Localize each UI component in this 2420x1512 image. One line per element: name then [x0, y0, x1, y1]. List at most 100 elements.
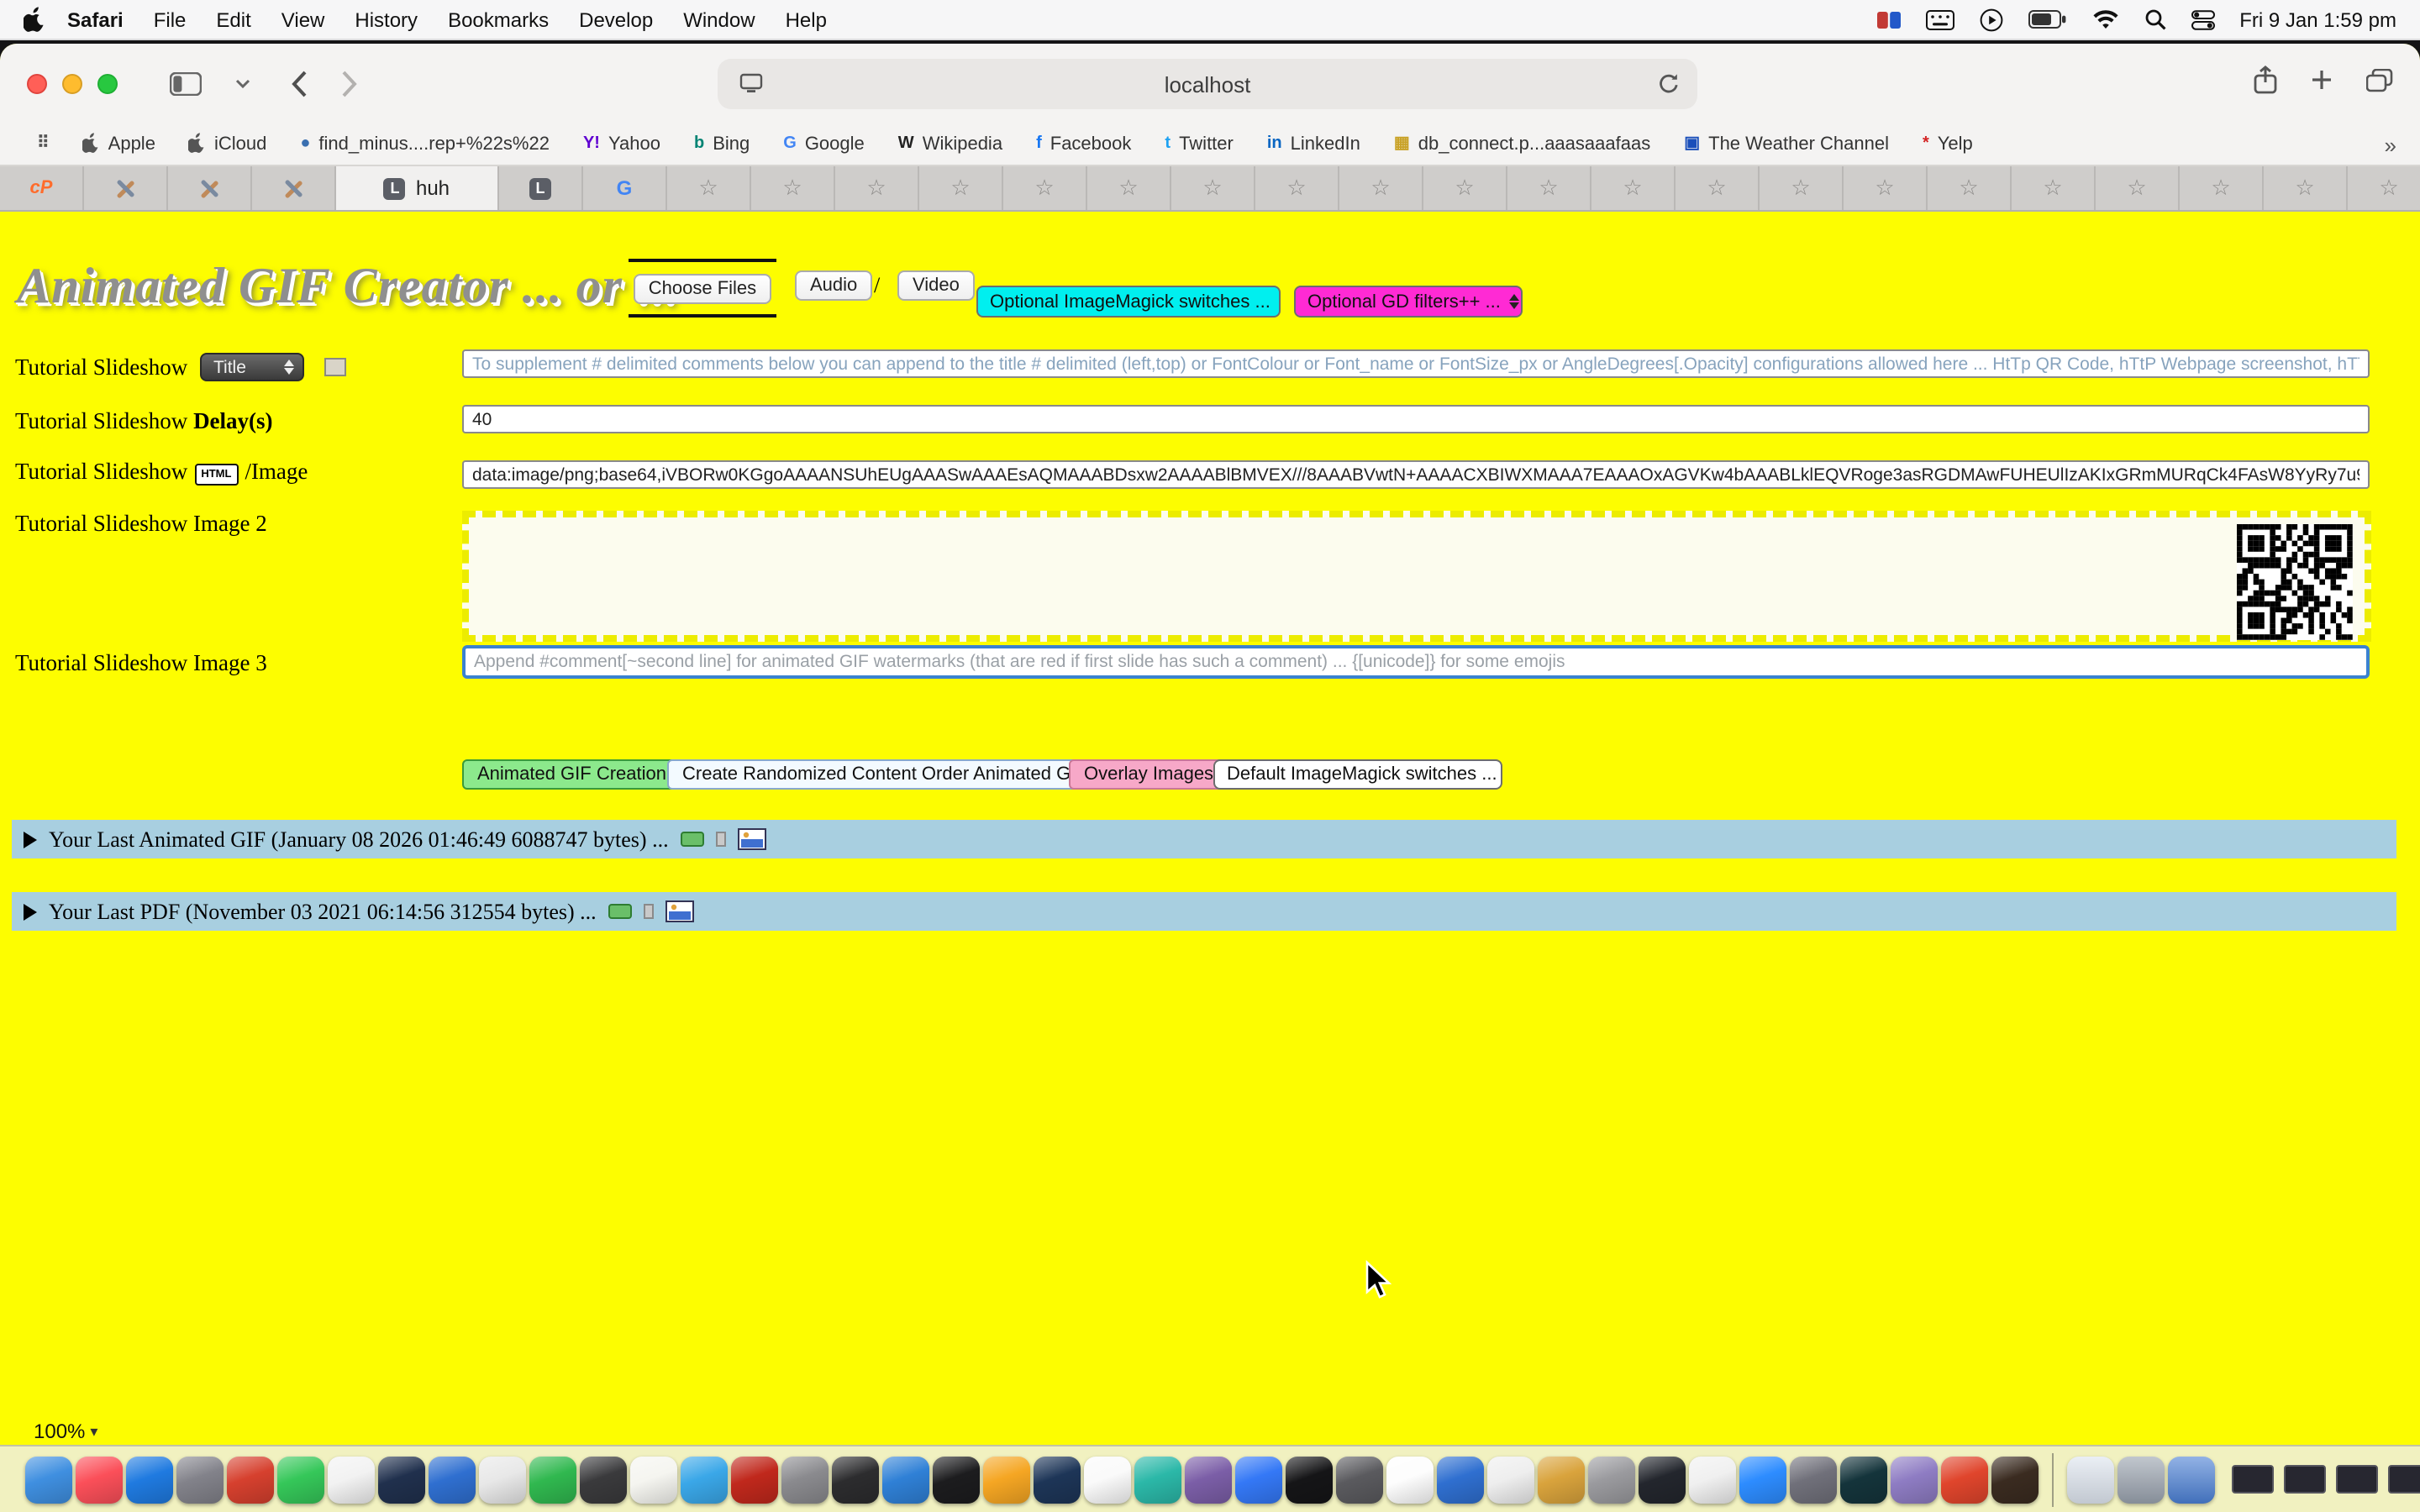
dock-app-26[interactable] [1286, 1456, 1333, 1503]
image-preview-icon[interactable] [666, 900, 694, 922]
pinned-tab-tool-2[interactable] [168, 166, 252, 210]
bookmark-bing[interactable]: bBing [677, 134, 766, 155]
html-badge[interactable]: HTML [194, 464, 238, 486]
dock-app-22[interactable] [1084, 1456, 1131, 1503]
small-gray-icon[interactable] [644, 904, 654, 919]
tab-l[interactable]: L [499, 166, 583, 210]
sidebar-chevron-icon[interactable] [235, 79, 250, 89]
apple-menu-icon[interactable] [24, 7, 45, 32]
tab-favorite[interactable]: ☆ [1171, 166, 1255, 210]
tab-favorite[interactable]: ☆ [2012, 166, 2096, 210]
tab-favorite[interactable]: ☆ [1507, 166, 1591, 210]
menu-window[interactable]: Window [683, 8, 755, 31]
dock-app-30[interactable] [1487, 1456, 1534, 1503]
dock-app-28[interactable] [1386, 1456, 1434, 1503]
tab-favorite[interactable]: ☆ [2180, 166, 2264, 210]
dock-app-20[interactable] [983, 1456, 1030, 1503]
dock-app-31[interactable] [1538, 1456, 1585, 1503]
close-window-button[interactable] [27, 74, 47, 94]
bookmark-google[interactable]: GGoogle [766, 134, 881, 155]
bookmark-twitter[interactable]: tTwitter [1148, 134, 1250, 155]
dock-minimized-window[interactable] [2284, 1465, 2326, 1494]
pinned-tab-cpanel[interactable]: cP [0, 166, 84, 210]
video-button[interactable]: Video [897, 270, 975, 301]
dock-app-5[interactable] [227, 1456, 274, 1503]
tab-favorite[interactable]: ☆ [1003, 166, 1087, 210]
sidebar-toggle-icon[interactable] [170, 72, 202, 96]
dock-app-13[interactable] [630, 1456, 677, 1503]
tab-favorite[interactable]: ☆ [1591, 166, 1676, 210]
dock-app-12[interactable] [580, 1456, 627, 1503]
tab-overview-icon[interactable] [2366, 68, 2393, 100]
menu-edit[interactable]: Edit [216, 8, 250, 31]
tab-favorite[interactable]: ☆ [1676, 166, 1760, 210]
share-icon[interactable] [2254, 66, 2277, 102]
dock-app-33[interactable] [1639, 1456, 1686, 1503]
bookmark-yahoo[interactable]: Y!Yahoo [566, 134, 677, 155]
dock-app-11[interactable] [529, 1456, 576, 1503]
dock-minimized-window[interactable] [2232, 1465, 2274, 1494]
randomized-gif-button[interactable]: Create Randomized Content Order Animated… [667, 759, 1102, 790]
menu-history[interactable]: History [355, 8, 418, 31]
tab-favorite[interactable]: ☆ [2348, 166, 2420, 210]
dock-app-39[interactable] [1941, 1456, 1988, 1503]
bookmark-db-connect-p-aaasaaa[interactable]: ▦db_connect.p...aaasaaafaas [1377, 134, 1667, 155]
tab-favorite[interactable]: ☆ [1760, 166, 1844, 210]
dock-app-finder[interactable] [25, 1456, 72, 1503]
disclosure-triangle-icon[interactable] [24, 831, 37, 848]
overlay-images-button[interactable]: Overlay Images [1069, 759, 1228, 790]
tab-favorite[interactable]: ☆ [835, 166, 919, 210]
input-source-icon[interactable] [1876, 9, 1900, 29]
imagemagick-switches-select[interactable]: Optional ImageMagick switches ... [976, 286, 1281, 318]
forward-button[interactable] [341, 71, 358, 97]
dock-folder-3[interactable] [2168, 1456, 2215, 1503]
spotlight-search-icon[interactable] [2144, 8, 2165, 30]
dock-app-38[interactable] [1891, 1456, 1938, 1503]
dock-app-10[interactable] [479, 1456, 526, 1503]
dock-app-safari[interactable] [681, 1456, 728, 1503]
dock-app-40[interactable] [1991, 1456, 2039, 1503]
dock-app-7[interactable] [328, 1456, 375, 1503]
dock-app-music[interactable] [76, 1456, 123, 1503]
gd-filters-select[interactable]: Optional GD filters++ ... [1294, 286, 1523, 318]
bookmark-yelp[interactable]: *Yelp [1906, 134, 1990, 155]
small-gray-icon[interactable] [716, 832, 726, 847]
menu-file[interactable]: File [154, 8, 187, 31]
dock-app-9[interactable] [429, 1456, 476, 1503]
bookmark-facebook[interactable]: fFacebook [1019, 134, 1148, 155]
dock-app-34[interactable] [1689, 1456, 1736, 1503]
default-imagemagick-select[interactable]: Default ImageMagick switches ... [1213, 759, 1502, 790]
dock-app-36[interactable] [1790, 1456, 1837, 1503]
dock-app-27[interactable] [1336, 1456, 1383, 1503]
address-bar[interactable]: localhost [718, 59, 1697, 109]
dock-app-18[interactable] [882, 1456, 929, 1503]
audio-button[interactable]: Audio [795, 270, 872, 301]
menu-view[interactable]: View [281, 8, 325, 31]
tab-google[interactable]: G [583, 166, 667, 210]
bookmark-wikipedia[interactable]: WWikipedia [881, 134, 1019, 155]
pinned-tab-tool-3[interactable] [252, 166, 336, 210]
bookmark-icloud[interactable]: iCloud [172, 132, 283, 157]
delay-input[interactable] [462, 405, 2370, 433]
image-data-input[interactable] [462, 460, 2370, 489]
dock-app-29[interactable] [1437, 1456, 1484, 1503]
dock-app-21[interactable] [1034, 1456, 1081, 1503]
bookmarks-overflow-chevron[interactable]: » [2381, 132, 2400, 157]
new-tab-icon[interactable] [2311, 69, 2333, 99]
dock-folder-1[interactable] [2067, 1456, 2114, 1503]
menu-clock[interactable]: Fri 9 Jan 1:59 pm [2239, 8, 2396, 31]
bookmark-the-weather-channel[interactable]: ▣The Weather Channel [1667, 134, 1906, 155]
title-select[interactable]: Title [200, 353, 304, 381]
tab-favorite[interactable]: ☆ [1255, 166, 1339, 210]
image2-dropzone[interactable] [462, 511, 2371, 642]
menu-safari[interactable]: Safari [67, 8, 124, 31]
bookmark-apple[interactable]: Apple [66, 132, 172, 157]
image3-watermark-input[interactable] [462, 645, 2370, 679]
tab-favorite[interactable]: ☆ [751, 166, 835, 210]
choose-files-button[interactable]: Choose Files [634, 273, 771, 303]
wifi-icon[interactable] [2091, 9, 2118, 29]
dock-app-16[interactable] [781, 1456, 829, 1503]
tab-favorite[interactable]: ☆ [2264, 166, 2348, 210]
bookmark-grid[interactable]: ⠿ [20, 136, 66, 153]
tab-favorite[interactable]: ☆ [919, 166, 1003, 210]
